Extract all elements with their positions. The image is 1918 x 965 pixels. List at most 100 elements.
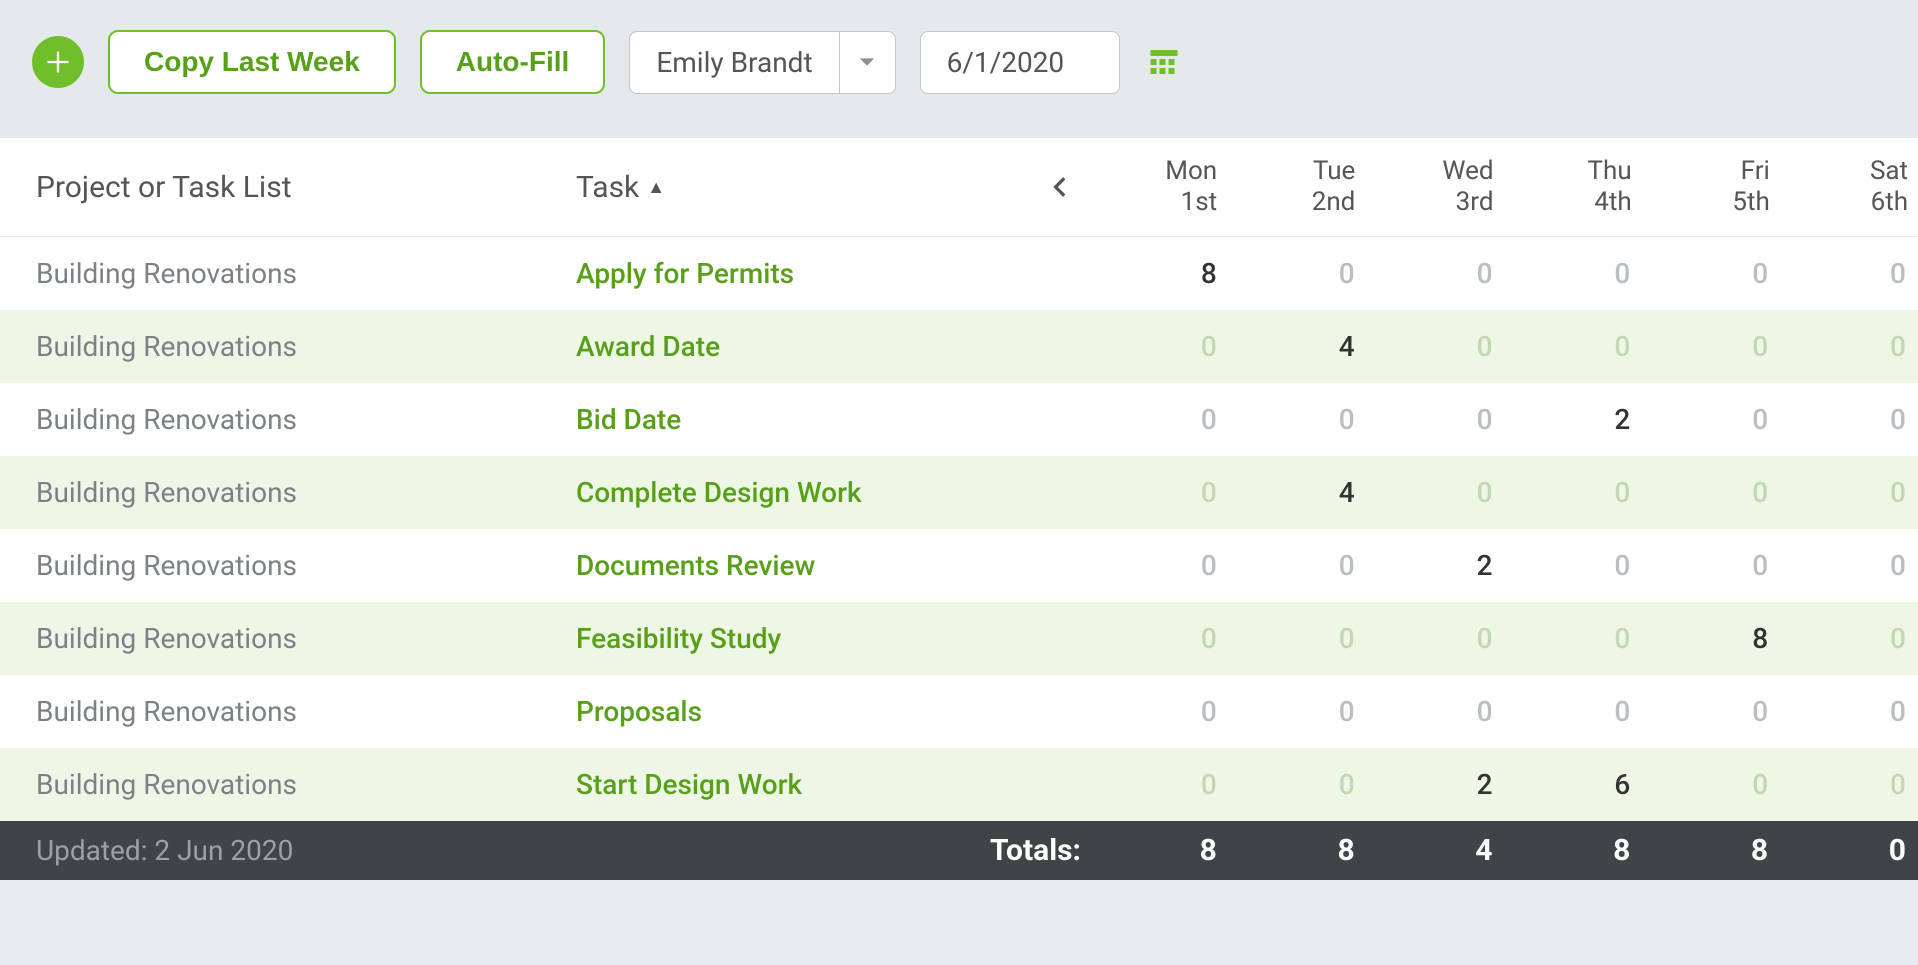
hours-cell[interactable]: 0: [1229, 549, 1367, 582]
chevron-left-icon: [1048, 174, 1074, 200]
totals-cell: 0: [1780, 833, 1918, 868]
table-row: Building RenovationsDocuments Review0020…: [0, 529, 1918, 602]
hours-cell[interactable]: 0: [1780, 695, 1918, 728]
day-of-month: 2nd: [1229, 187, 1355, 218]
hours-cell[interactable]: 0: [1229, 768, 1367, 801]
table-header-row: Project or Task List Task ▲ Mon1stTue2nd…: [0, 138, 1918, 237]
hours-cell[interactable]: 0: [1091, 622, 1229, 655]
task-cell[interactable]: Proposals: [576, 695, 1031, 728]
hours-cell[interactable]: 0: [1780, 403, 1918, 436]
hours-cell[interactable]: 0: [1780, 330, 1918, 363]
user-select-caret[interactable]: [839, 32, 895, 93]
project-cell[interactable]: Building Renovations: [36, 257, 576, 290]
calendar-icon: [1146, 44, 1182, 80]
hours-cell[interactable]: 0: [1367, 257, 1505, 290]
hours-cell[interactable]: 2: [1367, 549, 1505, 582]
previous-week-button[interactable]: [1031, 174, 1091, 200]
hours-cell[interactable]: 0: [1642, 330, 1780, 363]
task-cell[interactable]: Documents Review: [576, 549, 1031, 582]
hours-cell[interactable]: 8: [1642, 622, 1780, 655]
hours-cell[interactable]: 0: [1780, 476, 1918, 509]
hours-cell[interactable]: 0: [1367, 622, 1505, 655]
project-cell[interactable]: Building Renovations: [36, 768, 576, 801]
hours-cell[interactable]: 4: [1229, 476, 1367, 509]
project-cell[interactable]: Building Renovations: [36, 403, 576, 436]
task-cell[interactable]: Complete Design Work: [576, 476, 1031, 509]
hours-cell[interactable]: 0: [1367, 476, 1505, 509]
hours-cell[interactable]: 0: [1780, 257, 1918, 290]
hours-cell[interactable]: 6: [1504, 768, 1642, 801]
hours-cell[interactable]: 2: [1504, 403, 1642, 436]
hours-cell[interactable]: 0: [1367, 330, 1505, 363]
hours-cell[interactable]: 0: [1504, 622, 1642, 655]
column-header-day[interactable]: Sat6th: [1782, 156, 1918, 218]
hours-cell[interactable]: 0: [1367, 695, 1505, 728]
column-header-day[interactable]: Fri5th: [1644, 156, 1782, 218]
day-of-week: Sat: [1782, 156, 1908, 187]
hours-cell[interactable]: 8: [1091, 257, 1229, 290]
day-of-month: 6th: [1782, 187, 1908, 218]
project-cell[interactable]: Building Renovations: [36, 476, 576, 509]
hours-cell[interactable]: 0: [1642, 257, 1780, 290]
project-cell[interactable]: Building Renovations: [36, 622, 576, 655]
sort-ascending-icon: ▲: [647, 177, 665, 198]
hours-cell[interactable]: 0: [1780, 622, 1918, 655]
table-row: Building RenovationsStart Design Work002…: [0, 748, 1918, 821]
hours-cell[interactable]: 0: [1229, 622, 1367, 655]
hours-cell[interactable]: 0: [1504, 330, 1642, 363]
day-of-week: Thu: [1506, 156, 1632, 187]
table-row: Building RenovationsBid Date000200: [0, 383, 1918, 456]
project-cell[interactable]: Building Renovations: [36, 549, 576, 582]
hours-cell[interactable]: 0: [1780, 768, 1918, 801]
task-cell[interactable]: Feasibility Study: [576, 622, 1031, 655]
user-select[interactable]: Emily Brandt: [629, 31, 895, 94]
task-cell[interactable]: Bid Date: [576, 403, 1031, 436]
hours-cell[interactable]: 0: [1091, 330, 1229, 363]
column-header-task-label: Task: [576, 170, 639, 205]
task-cell[interactable]: Apply for Permits: [576, 257, 1031, 290]
column-header-day[interactable]: Thu4th: [1506, 156, 1644, 218]
hours-cell[interactable]: 0: [1642, 476, 1780, 509]
hours-cell[interactable]: 0: [1504, 476, 1642, 509]
auto-fill-button[interactable]: Auto-Fill: [420, 30, 606, 94]
chevron-down-icon: [856, 51, 878, 73]
totals-cell: 8: [1504, 833, 1642, 868]
task-cell[interactable]: Start Design Work: [576, 768, 1031, 801]
column-header-day[interactable]: Wed3rd: [1367, 156, 1505, 218]
column-header-day[interactable]: Mon1st: [1091, 156, 1229, 218]
project-cell[interactable]: Building Renovations: [36, 330, 576, 363]
add-button[interactable]: [32, 36, 84, 88]
hours-cell[interactable]: 4: [1229, 330, 1367, 363]
toolbar: Copy Last Week Auto-Fill Emily Brandt 6/…: [0, 0, 1918, 138]
task-cell[interactable]: Award Date: [576, 330, 1031, 363]
hours-cell[interactable]: 0: [1367, 403, 1505, 436]
hours-cell[interactable]: 0: [1229, 695, 1367, 728]
hours-cell[interactable]: 0: [1780, 549, 1918, 582]
day-of-month: 1st: [1091, 187, 1217, 218]
hours-cell[interactable]: 0: [1504, 695, 1642, 728]
hours-cell[interactable]: 0: [1642, 768, 1780, 801]
day-of-week: Wed: [1367, 156, 1493, 187]
hours-cell[interactable]: 0: [1504, 549, 1642, 582]
hours-cell[interactable]: 0: [1642, 403, 1780, 436]
copy-last-week-button[interactable]: Copy Last Week: [108, 30, 396, 94]
date-input[interactable]: 6/1/2020: [920, 31, 1120, 94]
hours-cell[interactable]: 0: [1504, 257, 1642, 290]
hours-cell[interactable]: 0: [1091, 549, 1229, 582]
hours-cell[interactable]: 0: [1229, 403, 1367, 436]
hours-cell[interactable]: 0: [1229, 257, 1367, 290]
hours-cell[interactable]: 0: [1642, 549, 1780, 582]
calendar-button[interactable]: [1144, 42, 1184, 82]
hours-cell[interactable]: 0: [1642, 695, 1780, 728]
column-header-task[interactable]: Task ▲: [576, 170, 1031, 205]
hours-cell[interactable]: 2: [1367, 768, 1505, 801]
project-cell[interactable]: Building Renovations: [36, 695, 576, 728]
day-of-week: Mon: [1091, 156, 1217, 187]
totals-cell: 8: [1642, 833, 1780, 868]
hours-cell[interactable]: 0: [1091, 695, 1229, 728]
column-header-day[interactable]: Tue2nd: [1229, 156, 1367, 218]
hours-cell[interactable]: 0: [1091, 403, 1229, 436]
hours-cell[interactable]: 0: [1091, 768, 1229, 801]
hours-cell[interactable]: 0: [1091, 476, 1229, 509]
column-header-project[interactable]: Project or Task List: [36, 170, 576, 205]
